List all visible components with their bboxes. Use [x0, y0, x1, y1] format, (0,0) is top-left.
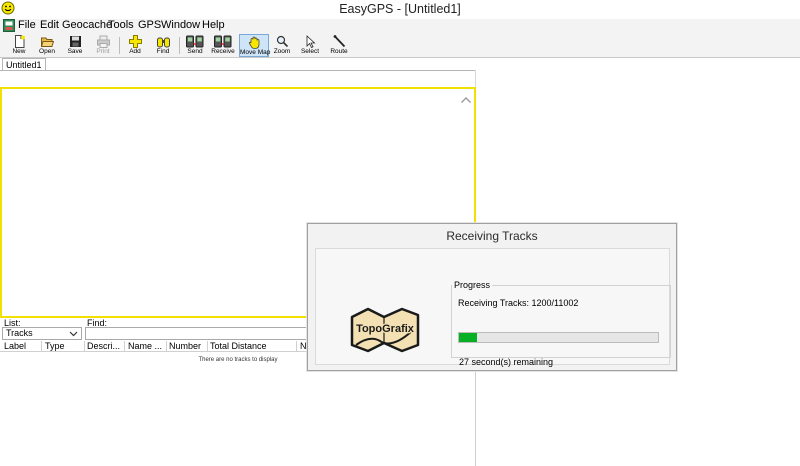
magnifier-icon: [276, 35, 288, 48]
tab-untitled1[interactable]: Untitled1: [2, 58, 46, 70]
add-icon: [128, 35, 142, 48]
save-button[interactable]: Save: [62, 34, 88, 57]
toolbar-separator: [179, 37, 180, 54]
toolbar: New Open Save Print Add Find Send Receiv…: [0, 33, 800, 58]
print-button[interactable]: Print: [90, 34, 116, 57]
new-file-icon: [14, 35, 25, 48]
list-type-select[interactable]: Tracks: [2, 327, 82, 340]
send-button[interactable]: Send: [182, 34, 208, 57]
toolbar-separator: [119, 37, 120, 54]
select-button[interactable]: Select: [298, 34, 322, 57]
menu-tools[interactable]: Tools: [108, 19, 134, 31]
column-divider[interactable]: [84, 341, 85, 351]
menu-bar: File Edit Geocache Tools GPS Window Help: [0, 19, 800, 33]
window-title: EasyGPS - [Untitled1]: [339, 2, 461, 16]
column-type[interactable]: Type: [45, 340, 83, 352]
column-label[interactable]: Label: [4, 340, 42, 352]
print-label: Print: [96, 48, 110, 55]
column-description[interactable]: Descri...: [87, 340, 125, 352]
document-icon[interactable]: [3, 19, 15, 32]
column-name[interactable]: Name ...: [128, 340, 166, 352]
document-tab-strip: Untitled1: [0, 58, 800, 70]
save-label: Save: [67, 48, 83, 55]
chevron-down-icon: [69, 331, 78, 337]
save-disk-icon: [69, 36, 81, 47]
folder-open-icon: [40, 37, 54, 47]
move-map-button[interactable]: Move Map: [239, 34, 271, 57]
send-label: Send: [187, 48, 203, 55]
route-label: Route: [330, 48, 348, 55]
progress-group-title: Progress: [452, 280, 493, 290]
menu-help[interactable]: Help: [202, 19, 225, 31]
column-divider[interactable]: [124, 341, 125, 351]
column-divider[interactable]: [296, 341, 297, 351]
open-label: Open: [39, 48, 55, 55]
route-button[interactable]: Route: [326, 34, 352, 57]
tab-divider: [0, 70, 475, 71]
move-map-label: Move Map: [240, 49, 271, 56]
title-bar: EasyGPS - [Untitled1]: [0, 0, 800, 19]
menu-gps[interactable]: GPS: [138, 19, 161, 31]
receive-button[interactable]: Receive: [210, 34, 236, 57]
column-divider[interactable]: [41, 341, 42, 351]
zoom-label: Zoom: [273, 48, 291, 55]
receiving-tracks-dialog: Receiving Tracks TopoGrafix Progress Rec…: [307, 223, 677, 371]
binoculars-icon: [156, 37, 170, 48]
zoom-button[interactable]: Zoom: [270, 34, 294, 57]
time-remaining-text: 27 second(s) remaining: [459, 357, 554, 367]
menu-file[interactable]: File: [18, 19, 36, 31]
dialog-title: Receiving Tracks: [446, 229, 538, 243]
column-number[interactable]: Number: [169, 340, 207, 352]
receive-label: Receive: [211, 48, 235, 55]
topografix-logo: TopoGrafix: [350, 307, 420, 353]
dialog-body: TopoGrafix Progress Receiving Tracks: 12…: [315, 248, 671, 367]
find-label-tb: Find: [156, 48, 170, 55]
gps-send-icon: [186, 35, 204, 48]
progress-bar-fill: [459, 333, 477, 342]
menu-geocache[interactable]: Geocache: [62, 19, 112, 31]
new-label: New: [12, 48, 26, 55]
printer-icon: [96, 35, 110, 48]
hand-icon: [248, 36, 259, 49]
chevron-up-icon[interactable]: [460, 95, 472, 105]
add-button[interactable]: Add: [122, 34, 148, 57]
progress-status-text: Receiving Tracks: 1200/11002: [458, 298, 579, 308]
column-divider[interactable]: [166, 341, 167, 351]
add-label: Add: [129, 48, 141, 55]
column-divider[interactable]: [207, 341, 208, 351]
pointer-arrow-icon: [306, 35, 316, 48]
open-button[interactable]: Open: [34, 34, 60, 57]
gps-receive-icon: [214, 35, 232, 48]
select-label: Select: [300, 48, 320, 55]
column-total-distance[interactable]: Total Distance: [210, 340, 295, 352]
list-type-value: Tracks: [6, 328, 33, 338]
new-button[interactable]: New: [6, 34, 32, 57]
route-line-icon: [333, 35, 345, 48]
progress-bar: [458, 332, 659, 343]
progress-group: [451, 285, 671, 358]
find-button[interactable]: Find: [150, 34, 176, 57]
menu-edit[interactable]: Edit: [40, 19, 59, 31]
menu-window[interactable]: Window: [161, 19, 200, 31]
logo-text: TopoGrafix: [356, 323, 415, 335]
